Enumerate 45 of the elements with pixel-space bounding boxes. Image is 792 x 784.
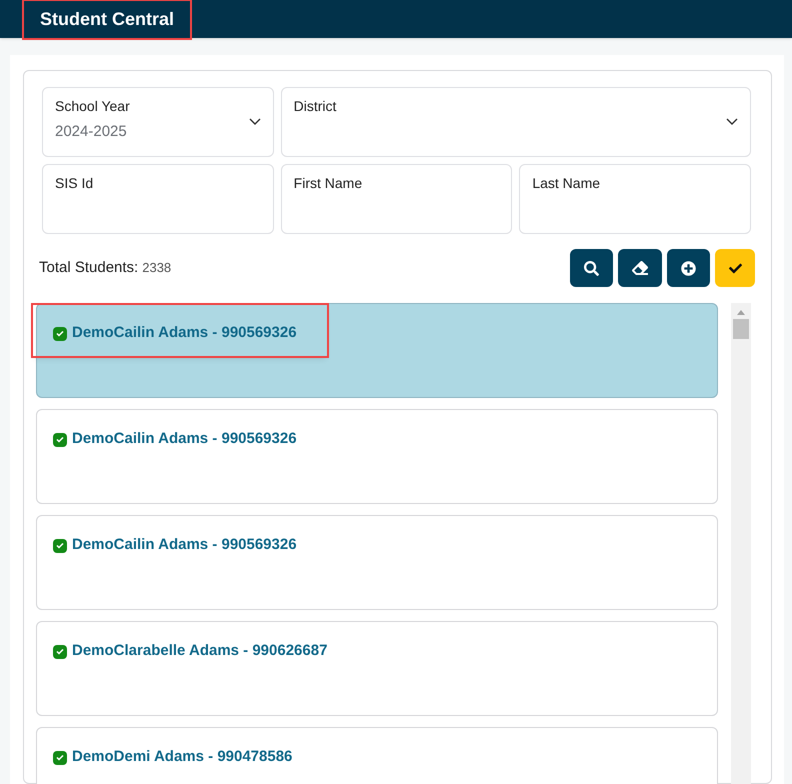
- confirm-button[interactable]: [715, 249, 755, 287]
- student-name: DemoClarabelle Adams - 990626687: [72, 641, 328, 662]
- add-icon: [681, 260, 696, 276]
- field-label: School Year: [55, 97, 130, 116]
- app-title: Student Central: [24, 0, 190, 38]
- total-label: Total Students:: [39, 258, 138, 278]
- check-icon: [56, 648, 64, 655]
- check-icon: [56, 330, 64, 337]
- clear-button[interactable]: [618, 249, 662, 287]
- search-icon: [584, 260, 599, 276]
- student-card[interactable]: DemoClarabelle Adams - 990626687: [36, 621, 718, 716]
- checkbox[interactable]: [53, 644, 67, 658]
- field-value: 2024-2025: [55, 122, 128, 142]
- checkbox[interactable]: [53, 326, 67, 340]
- student-name: DemoCailin Adams - 990569326: [72, 429, 297, 450]
- student-name: DemoCailin Adams - 990569326: [72, 535, 297, 556]
- check-icon: [728, 262, 742, 274]
- add-button[interactable]: [667, 249, 710, 287]
- input-field[interactable]: First Name: [280, 164, 512, 234]
- chevron-down-icon: [726, 118, 738, 126]
- check-icon: [56, 542, 64, 549]
- student-card[interactable]: DemoCailin Adams - 990569326: [36, 515, 718, 610]
- check-icon: [56, 436, 64, 443]
- field-label: Last Name: [532, 174, 600, 193]
- field-label: First Name: [294, 174, 362, 193]
- select-field[interactable]: District: [280, 87, 751, 157]
- scrollbar[interactable]: [731, 303, 751, 784]
- search-button[interactable]: [570, 249, 613, 287]
- chevron-down-icon: [248, 118, 261, 126]
- student-card[interactable]: DemoDemi Adams - 990478586: [36, 727, 718, 784]
- select-field[interactable]: School Year 2024-2025: [42, 87, 274, 157]
- field-label: District: [294, 97, 336, 116]
- scrollbar-thumb[interactable]: [733, 319, 749, 339]
- student-card[interactable]: DemoCailin Adams - 990569326: [36, 409, 718, 504]
- eraser-icon: [632, 260, 648, 276]
- input-field[interactable]: Last Name: [519, 164, 751, 234]
- total-count: 2338: [142, 258, 172, 277]
- check-icon: [56, 754, 64, 761]
- checkbox[interactable]: [53, 750, 67, 764]
- checkbox[interactable]: [53, 432, 67, 446]
- checkbox[interactable]: [53, 538, 67, 552]
- student-name: DemoCailin Adams - 990569326: [72, 323, 297, 344]
- field-label: SIS Id: [55, 174, 94, 193]
- student-name: DemoDemi Adams - 990478586: [72, 747, 292, 768]
- input-field[interactable]: SIS Id: [42, 164, 274, 234]
